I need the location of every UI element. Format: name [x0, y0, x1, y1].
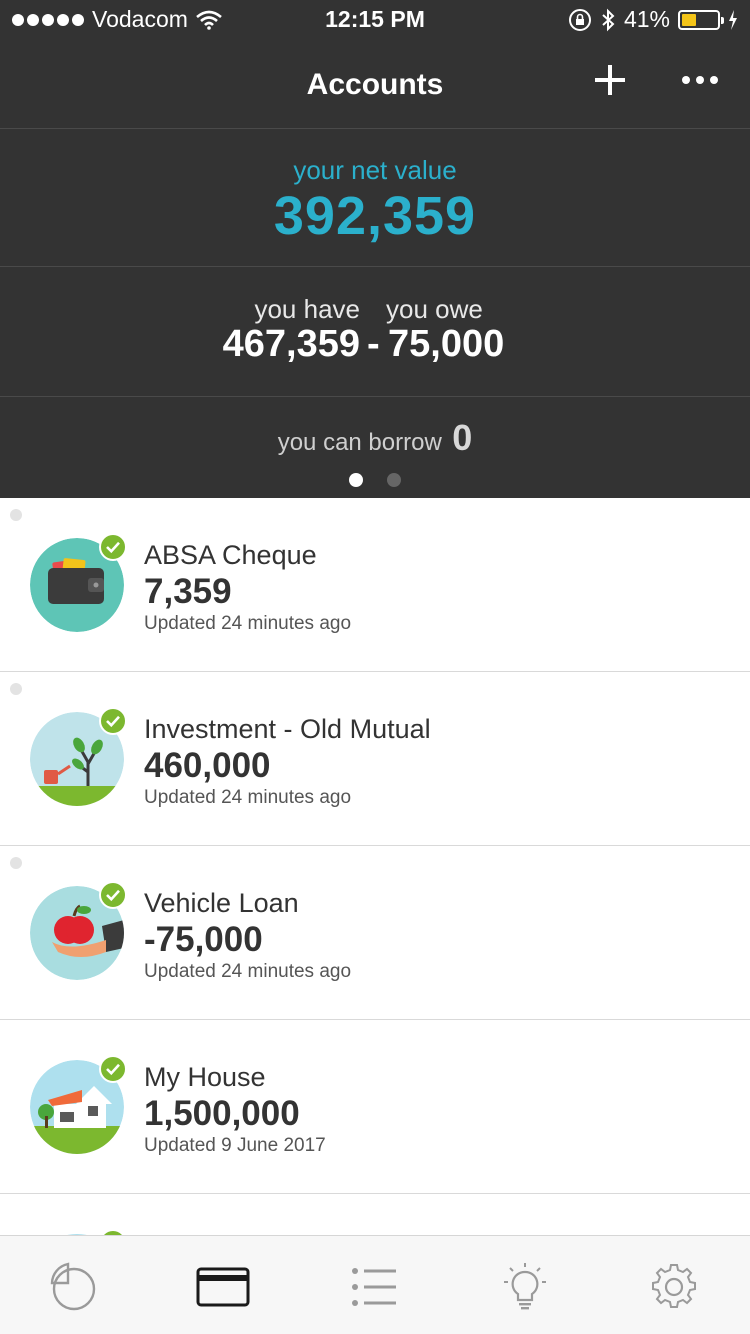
- gear-icon[interactable]: [647, 1262, 701, 1312]
- check-icon: [99, 533, 127, 561]
- borrow-amount: 0: [452, 417, 473, 458]
- account-name: Investment - Old Mutual: [144, 714, 431, 744]
- sync-status-dot: [10, 857, 22, 869]
- you-have-amount: 467,359: [222, 323, 360, 365]
- account-updated: Updated 24 minutes ago: [144, 961, 352, 982]
- lightbulb-icon[interactable]: [498, 1262, 552, 1312]
- nav-bar: Accounts: [0, 40, 750, 128]
- you-have-label: you have: [254, 294, 360, 324]
- more-dots-icon[interactable]: [680, 70, 720, 90]
- net-value-label: your net value: [293, 155, 457, 185]
- check-icon: [99, 707, 127, 735]
- account-row[interactable]: My House 1,500,000 Updated 9 June 2017: [0, 1020, 750, 1194]
- accounts-summary-panel: Vodacom 12:15 PM 41% Accounts your net v…: [0, 0, 750, 498]
- account-updated: Updated 9 June 2017: [144, 1135, 326, 1156]
- net-value-section[interactable]: your net value 392,359: [0, 129, 750, 266]
- tab-bar: [0, 1235, 750, 1334]
- account-amount: 7,359: [144, 572, 232, 611]
- borrow-section: you can borrow 0: [0, 397, 750, 498]
- account-row[interactable]: Vehicle Loan -75,000 Updated 24 minutes …: [0, 846, 750, 1020]
- plus-icon[interactable]: [590, 60, 630, 100]
- account-name: ABSA Cheque: [144, 540, 317, 570]
- page-title: Accounts: [306, 68, 444, 101]
- have-owe-section: you have you owe 467,359 - 75,000: [0, 267, 750, 396]
- account-row[interactable]: Investment - Old Mutual 460,000 Updated …: [0, 672, 750, 846]
- status-bar: Vodacom 12:15 PM 41%: [0, 0, 750, 40]
- accounts-list[interactable]: ABSA Cheque 7,359 Updated 24 minutes ago…: [0, 498, 750, 1235]
- account-row[interactable]: ABSA Cheque 7,359 Updated 24 minutes ago: [0, 498, 750, 672]
- page-indicator[interactable]: [0, 473, 750, 487]
- page-dot-active[interactable]: [349, 473, 363, 487]
- battery-percent: 41%: [623, 6, 670, 32]
- borrow-label: you can borrow: [277, 429, 442, 456]
- bluetooth-icon: [602, 8, 615, 31]
- list-icon[interactable]: [348, 1262, 402, 1312]
- check-icon: [99, 1055, 127, 1083]
- check-icon: [99, 881, 127, 909]
- you-owe-amount: 75,000: [388, 323, 505, 365]
- account-updated: Updated 24 minutes ago: [144, 613, 352, 634]
- account-name: Vehicle Loan: [144, 888, 299, 918]
- rotation-lock-icon: [568, 8, 591, 31]
- sync-status-dot: [10, 683, 22, 695]
- account-amount: 1,500,000: [144, 1094, 300, 1133]
- account-amount: -75,000: [144, 920, 263, 959]
- page-dot[interactable]: [387, 473, 401, 487]
- account-amount: 460,000: [144, 746, 271, 785]
- charging-bolt-icon: [729, 9, 737, 30]
- pie-chart-icon[interactable]: [47, 1262, 101, 1312]
- battery-icon: [678, 9, 724, 30]
- sync-status-dot: [10, 509, 22, 521]
- minus-sign: -: [367, 323, 380, 365]
- account-row[interactable]: [0, 1194, 750, 1235]
- account-name: My House: [144, 1062, 266, 1092]
- you-owe-label: you owe: [386, 294, 483, 324]
- account-updated: Updated 24 minutes ago: [144, 787, 352, 808]
- card-icon[interactable]: [196, 1262, 250, 1312]
- net-value-amount: 392,359: [273, 186, 477, 246]
